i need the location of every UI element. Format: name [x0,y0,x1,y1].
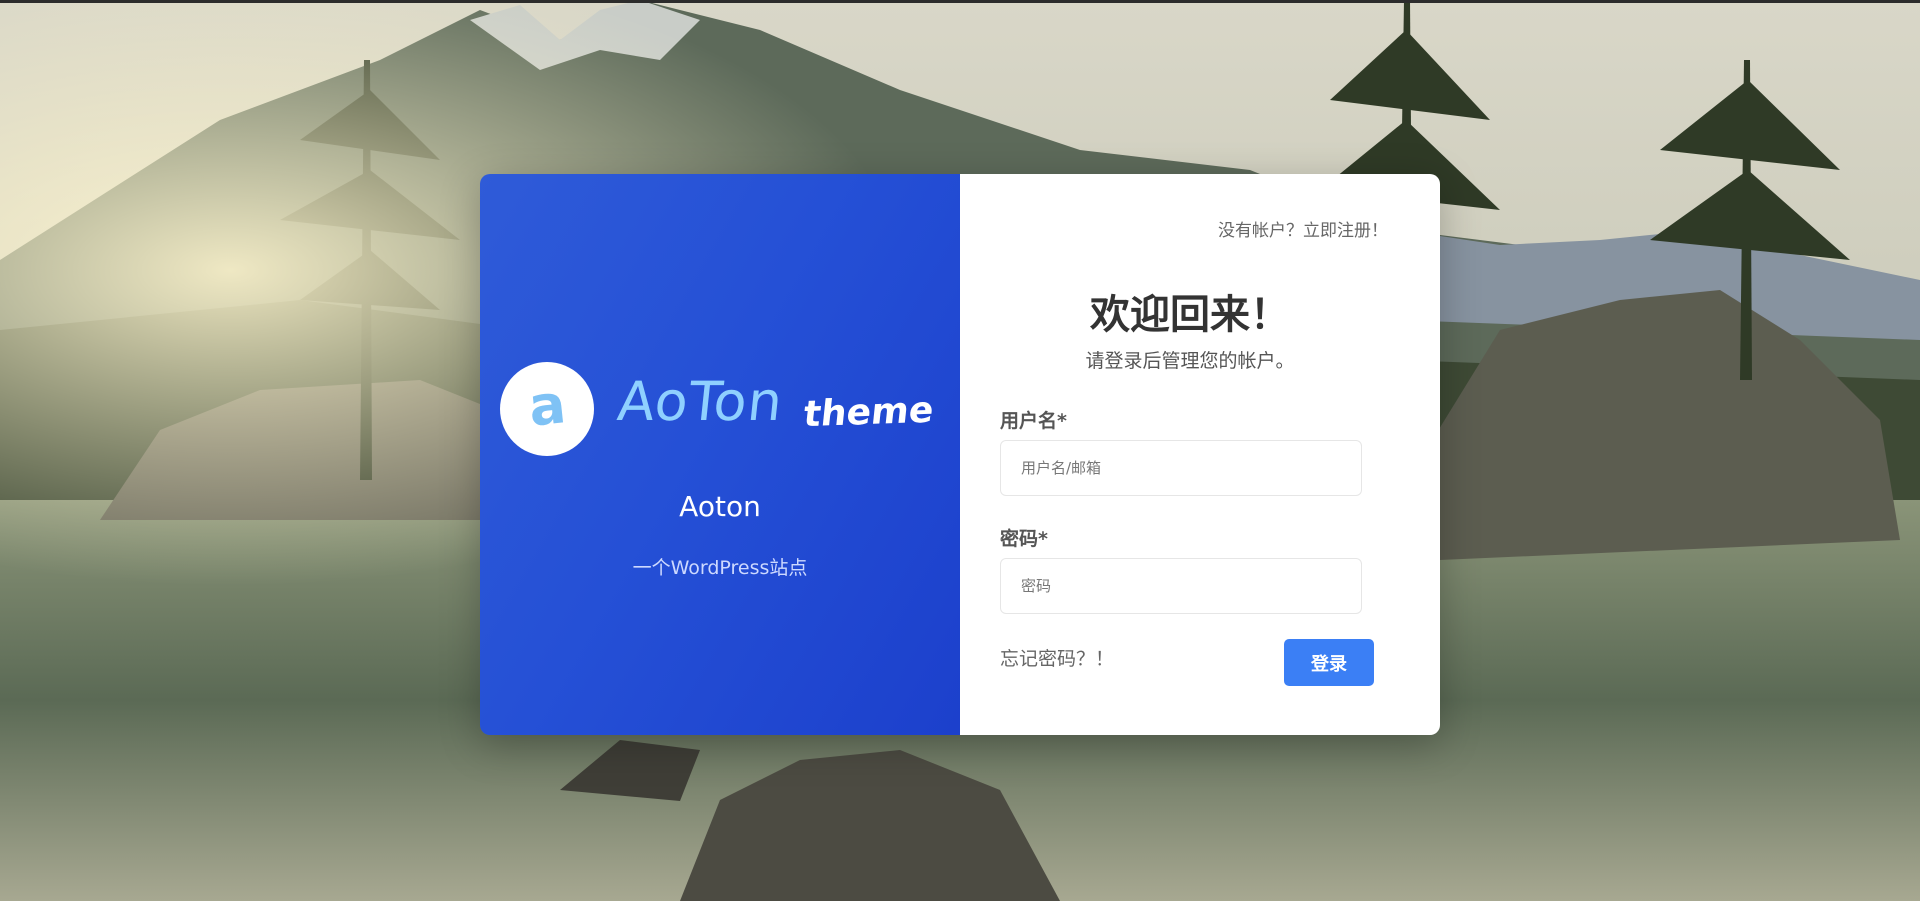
logo-letter: a [525,372,569,439]
password-label: 密码* [1000,528,1048,550]
top-edge-bar [0,0,1920,3]
login-button[interactable]: 登录 [1284,639,1374,686]
site-description: 一个WordPress站点 [632,557,808,579]
logo-wordmark: AoTon [614,370,787,433]
site-name: Aoton [679,490,761,523]
username-label: 用户名* [1000,410,1067,432]
register-link[interactable]: 没有帐户？立即注册！ [1218,216,1388,241]
logo-theme-text: theme [801,389,936,436]
forgot-password-link[interactable]: 忘记密码？！ [1000,644,1114,671]
password-input[interactable] [1000,558,1362,614]
login-card: a AoTon theme Aoton 一个WordPress站点 没有帐户？立… [480,174,1440,735]
username-input[interactable] [1000,440,1362,496]
login-form-panel: 没有帐户？立即注册！ 欢迎回来！ 请登录后管理您的帐户。 用户名* 密码* 忘记… [960,174,1440,735]
logo-badge: a [500,362,594,456]
brand-panel: a AoTon theme Aoton 一个WordPress站点 [480,174,960,735]
welcome-title: 欢迎回来！ [1090,292,1290,338]
login-subtitle: 请登录后管理您的帐户。 [1085,350,1295,372]
